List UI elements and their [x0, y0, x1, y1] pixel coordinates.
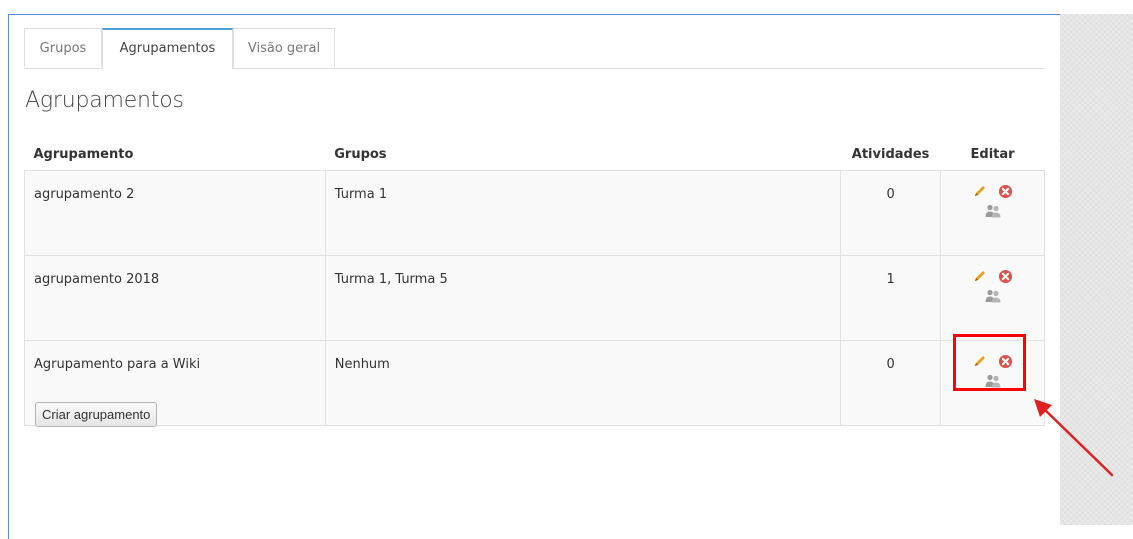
- groups-icon[interactable]: [984, 203, 1002, 223]
- header-agrupamento: Agrupamento: [33, 146, 134, 162]
- tab-grupos[interactable]: Grupos: [24, 28, 102, 67]
- pointer-arrow-icon: [1034, 399, 1114, 477]
- cell-grouping-name: agrupamento 2: [24, 170, 326, 256]
- table-row: agrupamento 2018 Turma 1, Turma 5 1: [24, 255, 1045, 341]
- edit-pencil-icon[interactable]: [972, 268, 988, 288]
- cell-activities: 1: [840, 255, 942, 341]
- table-row: Agrupamento para a Wiki Nenhum 0: [24, 340, 1045, 426]
- delete-icon[interactable]: [998, 269, 1013, 288]
- cell-activities: 0: [840, 340, 942, 426]
- cell-groups: Turma 1: [324, 170, 842, 256]
- cell-grouping-name: agrupamento 2018: [24, 255, 326, 341]
- cell-groups: Turma 1, Turma 5: [324, 255, 842, 341]
- header-editar: Editar: [970, 146, 1015, 162]
- highlight-box: [953, 334, 1026, 391]
- cell-groups: Nenhum: [324, 340, 842, 426]
- table-row: agrupamento 2 Turma 1 0: [24, 170, 1045, 256]
- table-header-row: Agrupamento Grupos Atividades Editar: [25, 138, 1045, 171]
- tab-agrupamentos[interactable]: Agrupamentos: [102, 28, 233, 69]
- header-grupos: Grupos: [334, 146, 387, 162]
- tab-visao-geral[interactable]: Visão geral: [233, 28, 335, 67]
- delete-icon[interactable]: [998, 184, 1013, 203]
- cell-actions: [940, 255, 1045, 341]
- header-atividades: Atividades: [851, 146, 930, 162]
- groupings-table: Agrupamento Grupos Atividades Editar agr…: [24, 138, 1045, 426]
- groups-icon[interactable]: [984, 288, 1002, 308]
- page-title: Agrupamentos: [25, 88, 184, 113]
- cell-actions: [940, 170, 1045, 256]
- cell-activities: 0: [840, 170, 942, 256]
- tab-bar: Grupos Agrupamentos Visão geral: [24, 28, 1045, 69]
- edit-pencil-icon[interactable]: [972, 183, 988, 203]
- create-grouping-button[interactable]: Criar agrupamento: [35, 402, 158, 427]
